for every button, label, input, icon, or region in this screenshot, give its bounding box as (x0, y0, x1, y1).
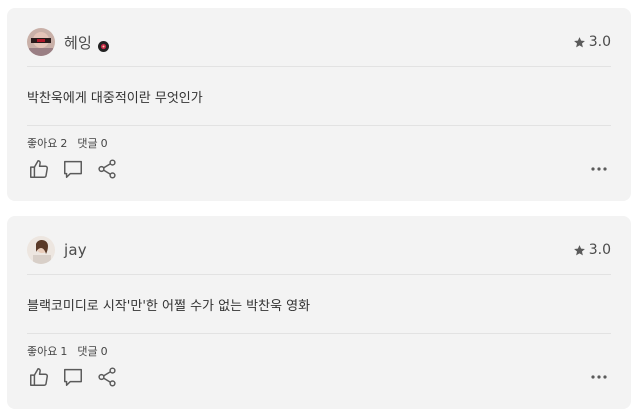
user-avatar[interactable] (27, 236, 55, 264)
likes-count[interactable]: 좋아요 2 (27, 135, 67, 151)
review-actions (27, 364, 611, 390)
more-dots-icon (591, 167, 607, 171)
star-icon (573, 36, 585, 47)
like-button[interactable] (27, 157, 51, 181)
likes-label: 좋아요 (27, 137, 58, 150)
comments-label: 댓글 (77, 137, 98, 150)
comments-count[interactable]: 댓글 0 (77, 135, 107, 151)
review-actions (27, 156, 611, 182)
user-avatar[interactable] (27, 28, 55, 56)
review-feed: 헤잉 3.0 박찬욱에게 대중적이란 무엇인가 좋아요 2 댓글 0 jay 3… (0, 0, 640, 418)
likes-number: 2 (60, 137, 68, 150)
comments-number: 0 (100, 137, 108, 150)
likes-count[interactable]: 좋아요 1 (27, 343, 67, 359)
comments-number: 0 (100, 345, 108, 358)
share-icon (98, 367, 116, 387)
comment-button[interactable] (61, 365, 85, 389)
review-card: jay 3.0 블랙코미디로 시작'만'한 어쩔 수가 없는 박찬욱 영화 좋아… (7, 216, 631, 409)
review-header: jay 3.0 (27, 234, 611, 266)
divider (27, 66, 611, 67)
review-header: 헤잉 3.0 (27, 26, 611, 58)
rating: 3.0 (573, 242, 611, 258)
review-text[interactable]: 박찬욱에게 대중적이란 무엇인가 (27, 87, 203, 106)
divider (27, 274, 611, 275)
rating: 3.0 (573, 34, 611, 50)
likes-number: 1 (60, 345, 68, 358)
rating-value: 3.0 (588, 34, 611, 50)
star-icon (573, 244, 585, 255)
thumbs-up-icon (30, 160, 48, 178)
more-options-button[interactable] (587, 157, 611, 181)
comment-icon (64, 160, 82, 178)
comment-button[interactable] (61, 157, 85, 181)
share-button[interactable] (95, 365, 119, 389)
comments-count[interactable]: 댓글 0 (77, 343, 107, 359)
username[interactable]: jay (64, 241, 87, 259)
more-options-button[interactable] (587, 365, 611, 389)
likes-label: 좋아요 (27, 345, 58, 358)
review-counts: 좋아요 2 댓글 0 (27, 135, 108, 151)
review-counts: 좋아요 1 댓글 0 (27, 343, 108, 359)
rating-value: 3.0 (588, 242, 611, 258)
thumbs-up-icon (30, 368, 48, 386)
comments-label: 댓글 (77, 345, 98, 358)
share-button[interactable] (95, 157, 119, 181)
share-icon (98, 159, 116, 179)
verified-badge-icon (98, 37, 110, 52)
review-text[interactable]: 블랙코미디로 시작'만'한 어쩔 수가 없는 박찬욱 영화 (27, 295, 310, 314)
like-button[interactable] (27, 365, 51, 389)
divider (27, 333, 611, 334)
more-dots-icon (591, 375, 607, 379)
comment-icon (64, 368, 82, 386)
divider (27, 125, 611, 126)
username[interactable]: 헤잉 (64, 32, 92, 53)
review-card: 헤잉 3.0 박찬욱에게 대중적이란 무엇인가 좋아요 2 댓글 0 (7, 8, 631, 201)
